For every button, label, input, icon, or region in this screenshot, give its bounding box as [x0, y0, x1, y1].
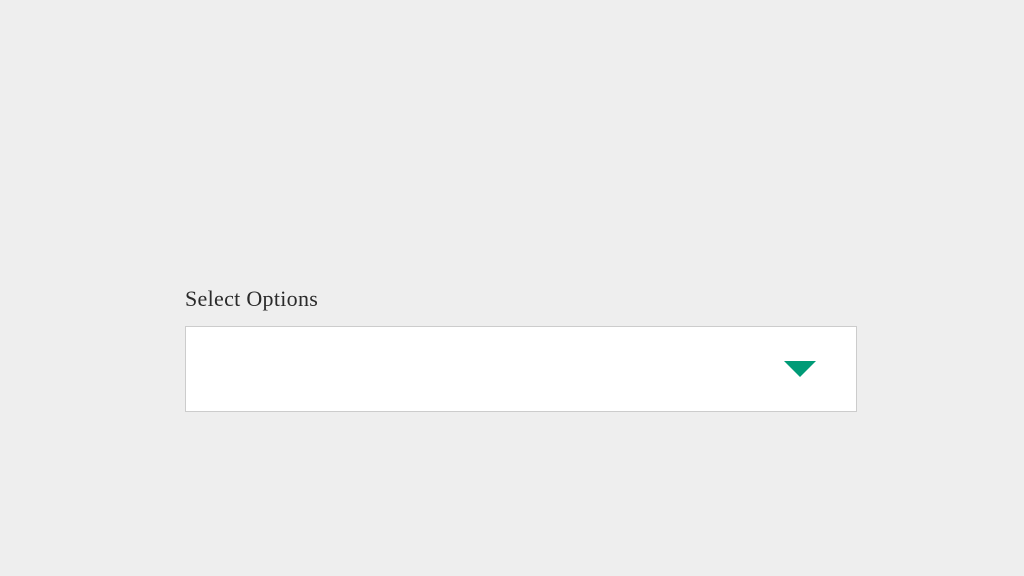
chevron-down-icon [784, 361, 816, 377]
form-container: Select Options [185, 286, 857, 412]
select-label: Select Options [185, 286, 857, 312]
select-dropdown[interactable] [185, 326, 857, 412]
